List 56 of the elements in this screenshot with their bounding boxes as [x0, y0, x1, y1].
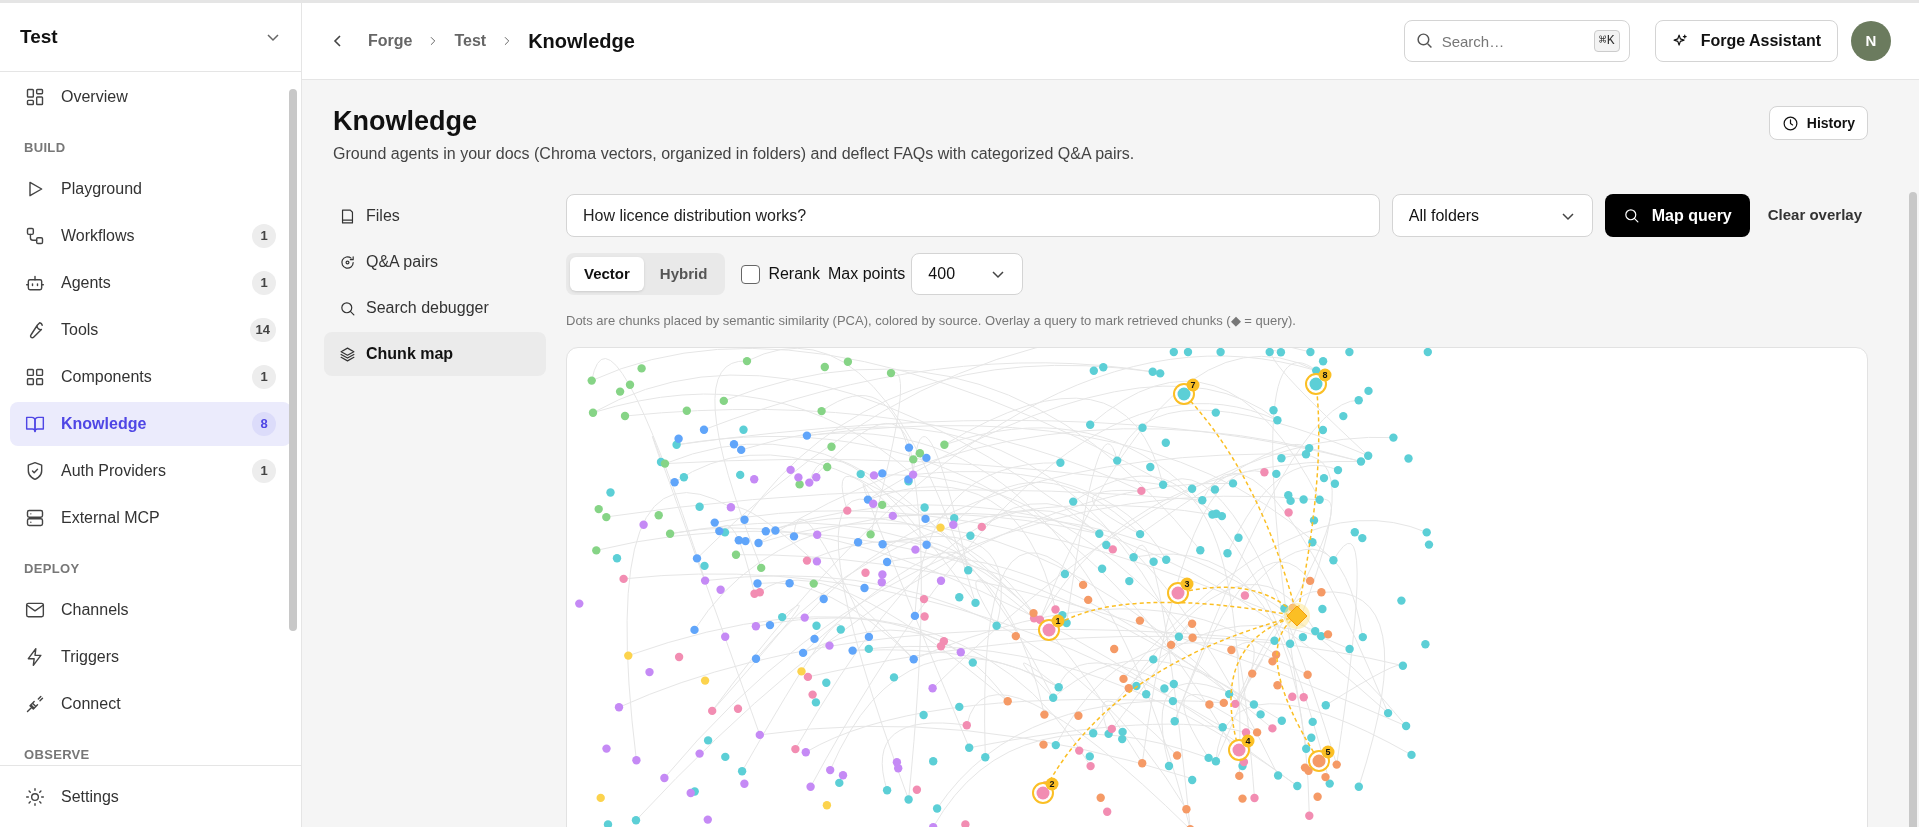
section-label: BUILD [23, 139, 67, 157]
map-hint: Dots are chunks placed by semantic similarity (PCA), colored by source. Overlay a query to mark retrieved chunks (◆ = query). [566, 312, 1297, 330]
max-points-label: Max points [827, 264, 906, 284]
count-badge: 1 [252, 224, 276, 248]
folder-value: All folders [1408, 205, 1479, 226]
clear-overlay-button[interactable]: Clear overlay [1761, 194, 1868, 237]
avatar[interactable]: N [1851, 21, 1891, 61]
workspace-switcher[interactable]: Test [0, 3, 301, 72]
rank-badge: 4 [1241, 734, 1255, 747]
nav-item[interactable]: Channels [10, 588, 291, 632]
section-tab[interactable]: Search debugger [324, 286, 546, 330]
nav-item[interactable]: Overview [10, 75, 291, 119]
settings-nav-item[interactable]: Settings [10, 774, 291, 819]
nav-item[interactable]: Triggers [10, 635, 291, 679]
section-tab[interactable]: Q&A pairs [324, 240, 546, 284]
section-tab[interactable]: Files [324, 194, 546, 238]
nav-item[interactable]: Knowledge 8 [10, 402, 291, 446]
nav-item[interactable]: Agents 1 [10, 261, 291, 305]
nav-item[interactable]: Connect [10, 682, 291, 726]
rank-badge: 8 [1318, 368, 1332, 381]
nav-item[interactable]: External MCP [10, 496, 291, 540]
history-button[interactable]: History [1768, 106, 1868, 140]
section-label: OBSERVE [23, 746, 91, 764]
section-tab[interactable]: Chunk map [324, 332, 546, 376]
rank-badge: 5 [1321, 745, 1335, 758]
section-label: DEPLOY [23, 560, 81, 578]
nav-item[interactable]: Auth Providers 1 [10, 449, 291, 493]
rank-badge: 2 [1045, 777, 1059, 790]
nav-item[interactable]: Components 1 [10, 355, 291, 399]
rank-badge: 3 [1180, 577, 1194, 590]
max-points-select[interactable]: 400 [911, 253, 1024, 295]
shortcut-hint: ⌘K [1594, 30, 1620, 52]
folder-select[interactable]: All folders [1391, 194, 1593, 237]
assistant-button[interactable]: Forge Assistant [1654, 20, 1838, 62]
nav-item[interactable]: Playground [10, 167, 291, 211]
nav-item[interactable]: Workflows 1 [10, 214, 291, 258]
current-page-crumb: Knowledge [528, 29, 635, 54]
count-badge: 1 [252, 271, 276, 295]
breadcrumb-link[interactable]: Test [454, 29, 487, 53]
count-badge: 1 [252, 459, 276, 483]
rank-badge: 7 [1186, 378, 1200, 391]
breadcrumb-link[interactable]: Forge [368, 29, 413, 53]
page-description: Ground agents in your docs (Chroma vectors, organized in folders) and deflect FAQs with categorized Q&A pairs. [333, 144, 1135, 164]
count-badge: 1 [252, 365, 276, 389]
rank-badge: 1 [1051, 614, 1065, 627]
rerank-label: Rerank [768, 264, 820, 284]
mode-tab[interactable]: Vector [570, 257, 644, 291]
max-points-value: 400 [928, 264, 956, 284]
count-badge: 8 [252, 412, 276, 436]
workspace-name: Test [20, 24, 58, 49]
map-query-button[interactable]: Map query [1604, 194, 1750, 237]
query-field[interactable]: How licence distribution works? [566, 194, 1380, 237]
mode-tab[interactable]: Hybrid [645, 257, 722, 291]
nav-item[interactable]: Tools 14 [10, 308, 291, 352]
count-badge: 14 [249, 318, 276, 342]
page-title: Knowledge [333, 105, 478, 138]
